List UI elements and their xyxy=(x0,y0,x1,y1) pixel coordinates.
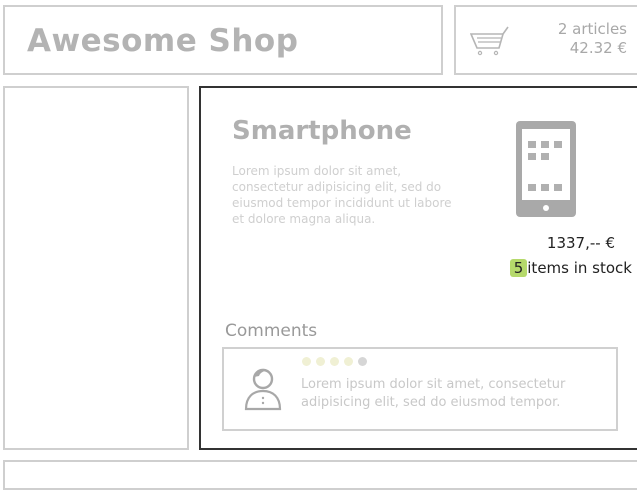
comment-card: Lorem ipsum dolor sit amet, consectetur … xyxy=(222,347,618,431)
product-panel: Smartphone Lorem ipsum dolor sit amet, c… xyxy=(199,86,637,450)
product-price: 1337,-- € xyxy=(546,234,615,252)
footer xyxy=(3,460,637,490)
smartphone-icon xyxy=(516,121,576,217)
cart-article-count: 2 articles xyxy=(557,20,627,38)
product-description: Lorem ipsum dolor sit amet, consectetur … xyxy=(232,164,452,226)
rating-star-filled xyxy=(344,357,353,366)
rating-star-filled xyxy=(330,357,339,366)
cart-summary[interactable]: 2 articles 42.32 € xyxy=(454,5,637,75)
rating-star-filled xyxy=(302,357,311,366)
comments-heading: Comments xyxy=(225,321,318,341)
comment-text: Lorem ipsum dolor sit amet, consectetur … xyxy=(301,377,566,410)
product-title: Smartphone xyxy=(232,116,412,146)
cart-info: 2 articles 42.32 € xyxy=(558,20,627,58)
rating-star-empty xyxy=(358,357,367,366)
user-avatar-icon xyxy=(244,368,282,411)
shopping-cart-icon xyxy=(470,26,509,56)
sidebar xyxy=(3,86,189,450)
stock-info: 5 items in stock xyxy=(509,259,632,277)
shop-logo[interactable]: Awesome Shop xyxy=(27,23,298,59)
header: Awesome Shop xyxy=(3,5,443,75)
cart-total: 42.32 € xyxy=(569,39,627,57)
stock-count-badge: 5 xyxy=(509,259,528,277)
stock-label: items in stock xyxy=(527,259,632,277)
rating-star-filled xyxy=(316,357,325,366)
rating-stars xyxy=(302,357,372,366)
